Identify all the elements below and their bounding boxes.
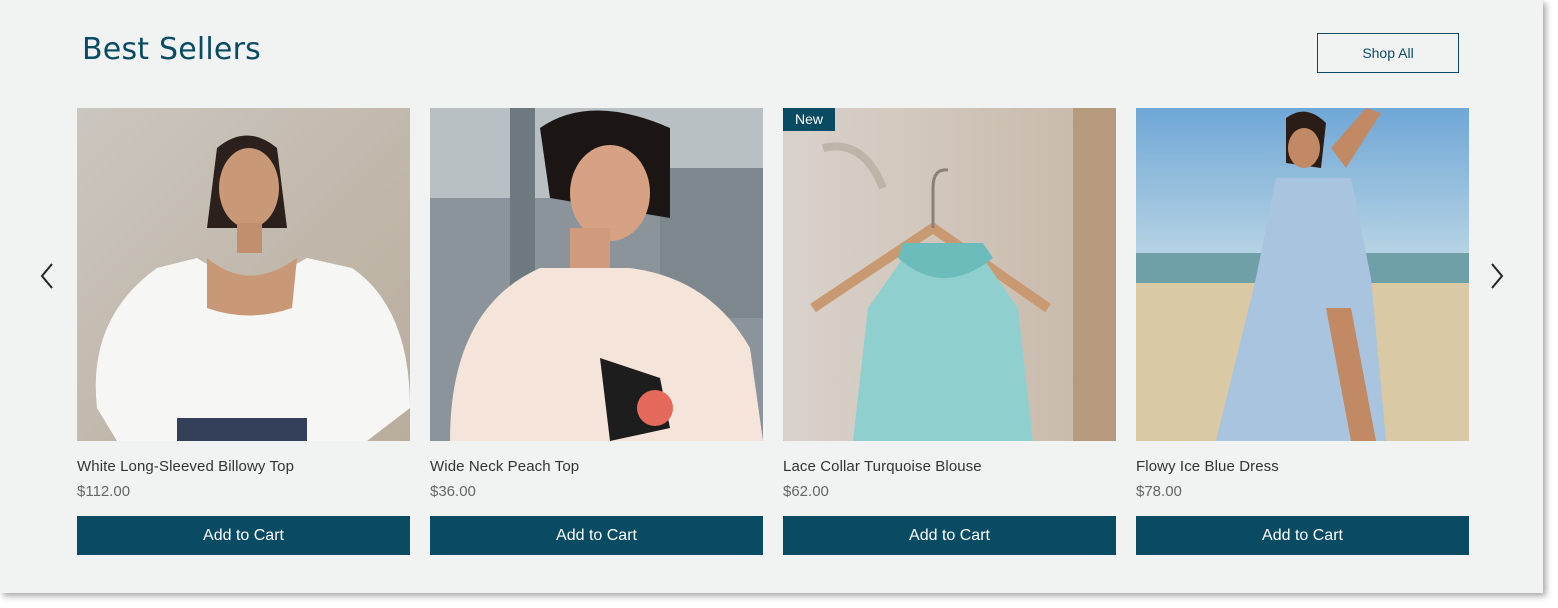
product-name[interactable]: Flowy Ice Blue Dress bbox=[1136, 458, 1469, 477]
section-title: Best Sellers bbox=[82, 32, 261, 67]
product-price: $36.00 bbox=[430, 483, 476, 500]
new-badge: New bbox=[783, 108, 836, 131]
product-card: White Long-Sleeved Billowy Top $112.00 A… bbox=[77, 108, 410, 555]
product-card: New Lace Collar Turquoise Blouse $62.00 … bbox=[783, 108, 1116, 555]
product-card: Wide Neck Peach Top $36.00 Add to Cart bbox=[430, 108, 763, 555]
product-card: Flowy Ice Blue Dress $78.00 Add to Cart bbox=[1136, 108, 1469, 555]
product-name[interactable]: White Long-Sleeved Billowy Top bbox=[77, 458, 410, 477]
product-price: $62.00 bbox=[783, 483, 829, 500]
product-image[interactable] bbox=[1136, 108, 1469, 441]
chevron-left-icon bbox=[40, 263, 53, 289]
best-sellers-section: Best Sellers Shop All White Long-Sleeved… bbox=[0, 0, 1543, 593]
product-name[interactable]: Wide Neck Peach Top bbox=[430, 458, 763, 477]
product-image[interactable] bbox=[430, 108, 763, 441]
product-price: $78.00 bbox=[1136, 483, 1182, 500]
product-image[interactable]: New bbox=[783, 108, 1116, 441]
chevron-right-icon bbox=[1491, 263, 1504, 289]
shop-all-button[interactable]: Shop All bbox=[1317, 33, 1459, 73]
product-name[interactable]: Lace Collar Turquoise Blouse bbox=[783, 458, 1116, 477]
product-image[interactable] bbox=[77, 108, 410, 441]
carousel-next-button[interactable] bbox=[1487, 262, 1507, 290]
carousel-prev-button[interactable] bbox=[37, 262, 57, 290]
add-to-cart-button[interactable]: Add to Cart bbox=[430, 516, 763, 555]
add-to-cart-button[interactable]: Add to Cart bbox=[1136, 516, 1469, 555]
product-price: $112.00 bbox=[77, 483, 131, 500]
add-to-cart-button[interactable]: Add to Cart bbox=[783, 516, 1116, 555]
add-to-cart-button[interactable]: Add to Cart bbox=[77, 516, 410, 555]
